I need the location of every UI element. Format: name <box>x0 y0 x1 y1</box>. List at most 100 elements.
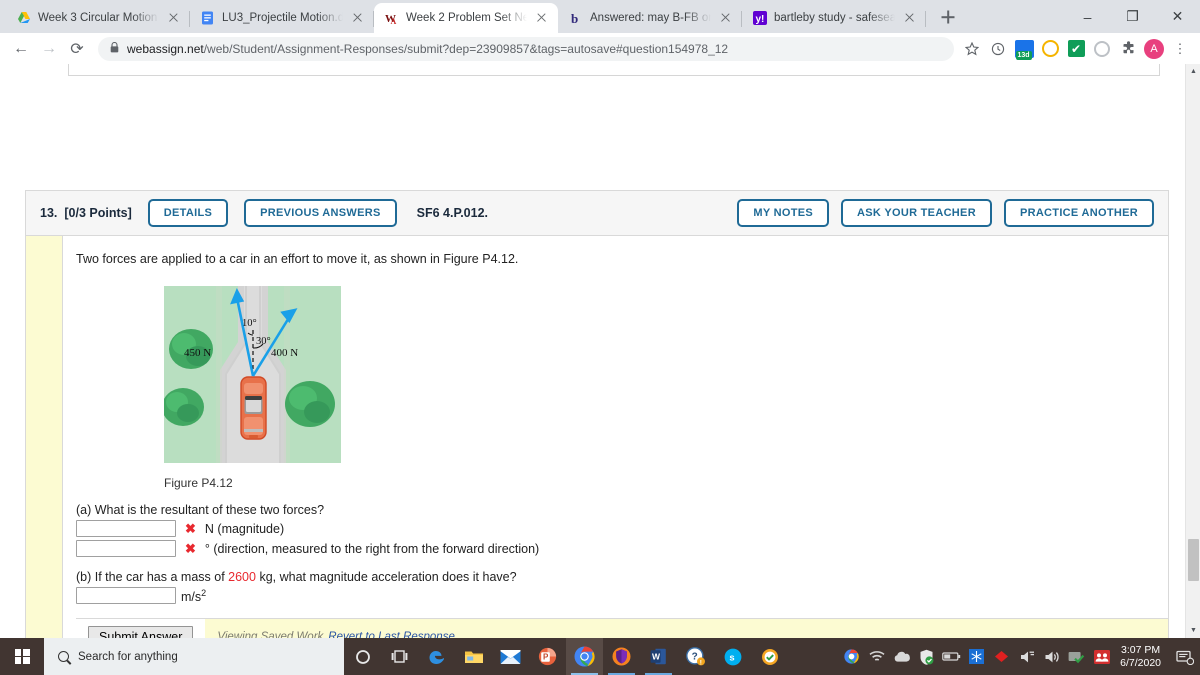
lock-icon <box>110 41 119 56</box>
windows-logo-icon <box>14 649 30 664</box>
snowflake-icon[interactable] <box>964 638 989 675</box>
extension-green-check-icon[interactable]: ✔ <box>1066 39 1086 59</box>
back-icon[interactable]: ← <box>8 36 34 62</box>
file-explorer-icon[interactable] <box>455 638 492 675</box>
notifications-icon[interactable] <box>1170 638 1200 675</box>
tab-title: LU3_Projectile Motion.docx - G <box>222 12 343 24</box>
previous-answers-button[interactable]: PREVIOUS ANSWERS <box>244 199 397 227</box>
red-people-icon[interactable] <box>1089 638 1114 675</box>
maximize-button[interactable]: ❐ <box>1110 0 1155 33</box>
tab-title: Answered: may B-FB on A 9340 <box>590 12 711 24</box>
extension-badge-13d[interactable]: 13d <box>1014 39 1034 60</box>
revert-to-last-response-link[interactable]: Revert to Last Response <box>328 631 455 638</box>
acceleration-unit-label: m/s2 <box>181 588 206 604</box>
bookmark-star-icon[interactable] <box>962 39 982 59</box>
submit-row: Submit Answer Viewing Saved Work Revert … <box>76 618 1168 638</box>
browser-window: Week 3 Circular Motion Gravity LU3_Proje… <box>0 0 1200 638</box>
red-diamond-icon[interactable] <box>989 638 1014 675</box>
url-host: webassign.net <box>127 41 204 56</box>
question-13-header: 13. [0/3 Points] DETAILS PREVIOUS ANSWER… <box>25 190 1169 236</box>
avast-icon[interactable] <box>603 638 640 675</box>
cortana-circle-icon[interactable] <box>344 638 381 675</box>
toolbar-icons: 13d ✔ A ⋮ <box>962 38 1192 60</box>
close-icon[interactable] <box>534 10 550 26</box>
reload-icon[interactable]: ⟳ <box>64 36 90 62</box>
acceleration-input[interactable] <box>76 587 176 605</box>
close-icon[interactable] <box>166 10 182 26</box>
question-number: 13. <box>40 206 58 220</box>
minimize-button[interactable]: – <box>1065 0 1110 33</box>
scroll-down-arrow[interactable]: ▼ <box>1186 623 1200 638</box>
svg-text:s: s <box>729 652 734 663</box>
powerpoint-icon[interactable]: P <box>529 638 566 675</box>
scrollbar-thumb[interactable] <box>1188 539 1199 581</box>
forward-icon[interactable]: → <box>36 36 62 62</box>
address-bar[interactable]: webassign.net/web/Student/Assignment-Res… <box>98 36 954 61</box>
profile-avatar[interactable]: A <box>1144 38 1164 59</box>
svg-text:P: P <box>543 653 549 662</box>
browser-tab-0[interactable]: Week 3 Circular Motion Gravity <box>6 3 190 33</box>
avast-cleanup-icon[interactable] <box>751 638 788 675</box>
direction-input[interactable] <box>76 540 176 558</box>
word-icon[interactable]: W <box>640 638 677 675</box>
tab-title: Week 2 Problem Set Newton's <box>406 12 527 24</box>
part-b-label: (b) If the car has a mass of 2600 kg, wh… <box>76 570 1168 584</box>
browser-tab-3[interactable]: b Answered: may B-FB on A 9340 <box>558 3 742 33</box>
close-icon[interactable] <box>350 10 366 26</box>
history-clock-icon[interactable] <box>988 39 1008 59</box>
battery-icon[interactable] <box>939 638 964 675</box>
mute-icon[interactable] <box>1014 638 1039 675</box>
drive-icon <box>16 11 31 26</box>
skype-icon[interactable]: s <box>714 638 751 675</box>
browser-tab-1[interactable]: LU3_Projectile Motion.docx - G <box>190 3 374 33</box>
chrome-menu-icon[interactable]: ⋮ <box>1170 39 1190 59</box>
magnitude-unit-label: N (magnitude) <box>204 521 285 536</box>
close-icon[interactable] <box>902 10 918 26</box>
edge-icon[interactable] <box>418 638 455 675</box>
search-placeholder: Search for anything <box>78 650 178 663</box>
taskbar-search-box[interactable]: Search for anything <box>44 638 344 675</box>
chrome-icon[interactable] <box>566 638 603 675</box>
submit-answer-button[interactable]: Submit Answer <box>88 625 194 638</box>
task-view-icon[interactable] <box>381 638 418 675</box>
chrome-tray-icon[interactable] <box>839 638 864 675</box>
tab-title: bartleby study - safesearch.nor <box>774 12 895 24</box>
page-scrollbar[interactable]: ▲ ▼ <box>1185 64 1200 638</box>
volume-icon[interactable] <box>1039 638 1064 675</box>
onedrive-icon[interactable] <box>889 638 914 675</box>
ask-your-teacher-button[interactable]: ASK YOUR TEACHER <box>841 199 992 227</box>
help-icon[interactable]: ?! <box>677 638 714 675</box>
windows-security-icon[interactable] <box>914 638 939 675</box>
svg-text:y!: y! <box>755 14 764 25</box>
figure-p4-12: 10° 30° 450 N 400 N Figure P4.12 <box>162 286 1168 491</box>
extension-yellow-circle-icon[interactable] <box>1040 39 1060 59</box>
close-icon[interactable] <box>718 10 734 26</box>
question-13-body: Two forces are applied to a car in an ef… <box>25 236 1169 638</box>
page-viewport: 13. [0/3 Points] DETAILS PREVIOUS ANSWER… <box>0 64 1200 638</box>
question-code: SF6 4.P.012. <box>416 206 488 220</box>
wifi-icon[interactable] <box>864 638 889 675</box>
green-check-tray-icon[interactable] <box>1064 638 1089 675</box>
svg-text:!: ! <box>700 659 702 666</box>
question-status-strip <box>26 236 63 638</box>
svg-text:b: b <box>571 11 578 25</box>
practice-another-button[interactable]: PRACTICE ANOTHER <box>1003 199 1154 227</box>
figure-caption: Figure P4.12 <box>164 476 233 491</box>
browser-tab-4[interactable]: y! bartleby study - safesearch.nor <box>742 3 926 33</box>
browser-tab-2[interactable]: WA Week 2 Problem Set Newton's <box>374 3 558 33</box>
details-button[interactable]: DETAILS <box>147 199 229 227</box>
mail-icon[interactable] <box>492 638 529 675</box>
new-tab-button[interactable] <box>934 3 962 31</box>
scroll-up-arrow[interactable]: ▲ <box>1186 64 1200 79</box>
search-icon <box>58 651 69 662</box>
angle-left-label: 10° <box>242 318 257 329</box>
incorrect-x-icon: ✖ <box>185 520 196 536</box>
my-notes-button[interactable]: MY NOTES <box>737 199 830 227</box>
magnitude-input[interactable] <box>76 520 176 538</box>
extensions-puzzle-icon[interactable] <box>1118 39 1138 59</box>
clock-date: 6/7/2020 <box>1120 656 1161 669</box>
extension-gray-ring-icon[interactable] <box>1092 39 1112 59</box>
taskbar-clock[interactable]: 3:07 PM 6/7/2020 <box>1114 644 1170 670</box>
close-window-button[interactable]: ✕ <box>1155 0 1200 33</box>
start-button[interactable] <box>0 638 44 675</box>
